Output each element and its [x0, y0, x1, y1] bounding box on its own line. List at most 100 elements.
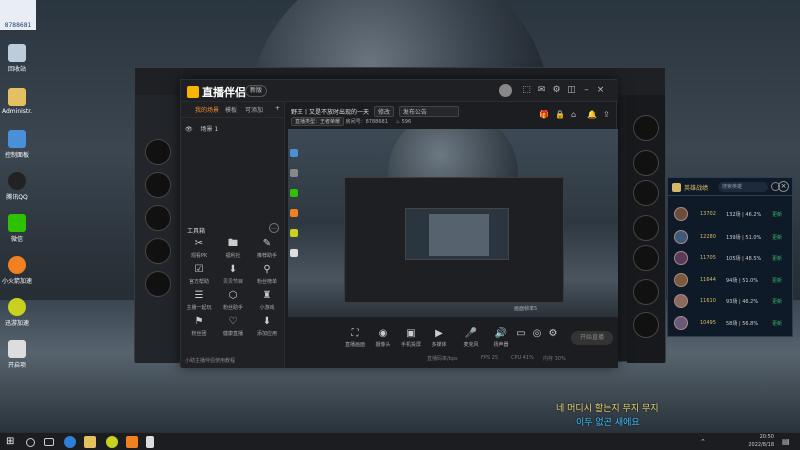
preview-icon	[290, 189, 298, 197]
tool-watch-pk[interactable]: ✂ 观看PK	[184, 238, 214, 259]
update-link[interactable]: 更新	[772, 234, 782, 241]
hot-icon: ♨	[395, 119, 400, 125]
eye-icon[interactable]: 👁	[185, 126, 193, 133]
hero-stats-panel: 英雄战绩 搜索英雄 × 13702 132场 | 46.2% 更新 12280 139…	[667, 177, 793, 337]
room-id: 8788681	[365, 119, 388, 125]
preview-caption: 画面帧率5	[514, 306, 538, 312]
shop-icon[interactable]: ⌂	[571, 110, 576, 119]
clock-time[interactable]: 20:50	[744, 434, 774, 440]
room-meta: 直播类型：王者荣耀 房间号：8788681 ♨ 596	[291, 117, 411, 126]
game-booster-taskbar-icon[interactable]	[106, 436, 118, 448]
recycle-bin-icon[interactable]: 回收站	[2, 44, 32, 73]
skin-icon[interactable]: ◫	[566, 85, 577, 96]
hero-avatar	[674, 251, 688, 265]
tool-shows[interactable]: ⬇ 贝贝节目	[218, 264, 248, 285]
hero-search-input[interactable]: 搜索英雄	[718, 182, 768, 192]
tool-fan-list[interactable]: ⚲ 粉丝榜单	[252, 264, 282, 285]
scene-tabs: 我的场景 模板 可添加 +	[181, 102, 284, 118]
tool-fan-club[interactable]: ⚑ 粉丝团	[184, 316, 214, 337]
hero-avatar	[674, 273, 688, 287]
version-badge[interactable]: 新版	[245, 85, 268, 97]
hot-count: 596	[401, 119, 412, 125]
tool-fan-helper[interactable]: ⬡ 粉丝助手	[218, 290, 248, 311]
task-view-icon[interactable]	[44, 438, 54, 446]
file-explorer-icon[interactable]	[84, 436, 96, 448]
hero-avatar	[674, 207, 688, 221]
live-preview[interactable]: 画面帧率5	[288, 129, 618, 317]
hero-row: 11644 94场 | 51.0% 更新	[672, 271, 790, 289]
avatar[interactable]	[499, 84, 512, 97]
toolbox-title: 工具箱	[187, 228, 206, 235]
subtitle-line-2: 이두 없곤 새에요	[576, 418, 640, 428]
start-live-button[interactable]: 开始直播	[571, 331, 613, 345]
preview-icon	[290, 169, 298, 177]
game-booster-icon[interactable]: 迅游加速	[2, 298, 32, 327]
streaming-app-taskbar-icon[interactable]	[126, 436, 138, 448]
tab-addable[interactable]: 可添加	[245, 105, 263, 114]
mail-icon[interactable]: ✉	[536, 85, 547, 96]
background-sidebar	[135, 95, 181, 363]
taskbar: ⊞ ⌃ ▭ ◂) 20:50 2022/8/18 ▤	[0, 432, 800, 450]
wechat-icon[interactable]: 微信	[2, 214, 32, 243]
room-type[interactable]: 直播类型：王者荣耀	[291, 117, 345, 126]
preview-icon	[290, 249, 298, 257]
tab-my-scenes[interactable]: 我的场景	[195, 105, 219, 114]
speaker-button[interactable]: 🔊 扬声器	[483, 328, 519, 348]
bell-icon[interactable]: 🔔	[587, 110, 597, 119]
room-title: 野王丨又是不放时出现的一天	[291, 109, 370, 116]
settings-gear-icon[interactable]: ⚙	[547, 328, 559, 341]
close-icon[interactable]: ×	[595, 85, 606, 96]
edge-icon[interactable]	[64, 436, 76, 448]
tab-templates[interactable]: 模板	[225, 105, 237, 114]
document-taskbar-icon[interactable]	[146, 436, 154, 448]
gift-icon[interactable]: ⬚	[521, 85, 532, 96]
tool-play-together[interactable]: ☰ 主播一起玩	[184, 290, 214, 311]
search-icon[interactable]	[26, 438, 35, 447]
hero-panel-close-button[interactable]: ×	[778, 181, 789, 192]
app-shortcut-icon[interactable]: 开启项	[2, 340, 32, 369]
minimize-icon[interactable]: –	[581, 85, 592, 96]
user-folder-icon[interactable]: Administr...	[2, 88, 32, 115]
announcement-button[interactable]: 发布公告	[398, 106, 459, 117]
multimedia-button[interactable]: ▶ 多媒体	[421, 328, 457, 348]
room-id-label: 房间号：	[345, 119, 366, 125]
scene-item[interactable]: 👁 场景 1	[185, 124, 218, 133]
update-link[interactable]: 更新	[772, 298, 782, 305]
eye-toggle-icon[interactable]: ◎	[531, 328, 543, 341]
streaming-app-window: 直播伴侣 新版 ⬚ ✉ ⚙ ◫ – × 我的场景 模板 可添加 + 👁 场景 1…	[180, 79, 618, 368]
tool-help[interactable]: ☑ 官方帮助	[184, 264, 214, 285]
hero-row: 11610 93场 | 46.2% 更新	[672, 292, 790, 310]
room-info: 野王丨又是不放时出现的一天 修改 发布公告	[291, 106, 459, 117]
tray-icons[interactable]: ⌃ ▭ ◂)	[700, 436, 712, 448]
tool-mini-game[interactable]: ♜ 小游戏	[252, 290, 282, 311]
notification-icon[interactable]: ▤	[782, 436, 794, 448]
lock-icon[interactable]: 🔒	[555, 110, 565, 119]
gift-box-icon[interactable]: 🎁	[539, 110, 549, 119]
qq-icon[interactable]: 腾讯QQ	[2, 172, 32, 201]
record-icon[interactable]: ▭	[515, 328, 527, 341]
update-link[interactable]: 更新	[772, 320, 782, 327]
hero-panel-icon	[672, 183, 681, 192]
control-panel-icon[interactable]: 控制面板	[2, 130, 32, 159]
clock-date[interactable]: 2022/8/18	[740, 442, 774, 448]
tool-healthy-live[interactable]: ♡ 健康直播	[218, 316, 248, 337]
nested-capture-window	[344, 177, 564, 303]
update-link[interactable]: 更新	[772, 255, 782, 262]
windows-start-icon[interactable]: ⊞	[6, 436, 18, 448]
tool-add-app[interactable]: ⬇ 添加应用	[252, 316, 282, 337]
share-icon[interactable]: ⇪	[603, 110, 610, 119]
tool-recommend[interactable]: ✎ 推荐助手	[252, 238, 282, 259]
preview-icon	[290, 149, 298, 157]
tool-welfare[interactable]: 🖿 福利社	[218, 238, 248, 259]
add-scene-icon[interactable]: +	[275, 105, 280, 112]
more-tools-icon[interactable]: …	[269, 223, 279, 233]
left-panel: 我的场景 模板 可添加 + 👁 场景 1 工具箱 … ✂ 观看PK 🖿 福利社 ✎ 推…	[181, 102, 285, 368]
accelerator-icon[interactable]: 小火箭加速	[2, 256, 32, 285]
edit-title-button[interactable]: 修改	[373, 106, 394, 117]
update-link[interactable]: 更新	[772, 211, 782, 218]
hero-row: 13702 132场 | 46.2% 更新	[672, 205, 790, 223]
status-bar: 直播码率/bps FPS 25 CPU 41% 内存 30%	[427, 355, 566, 362]
hero-avatar	[674, 316, 688, 330]
settings-icon[interactable]: ⚙	[551, 85, 562, 96]
update-link[interactable]: 更新	[772, 277, 782, 284]
